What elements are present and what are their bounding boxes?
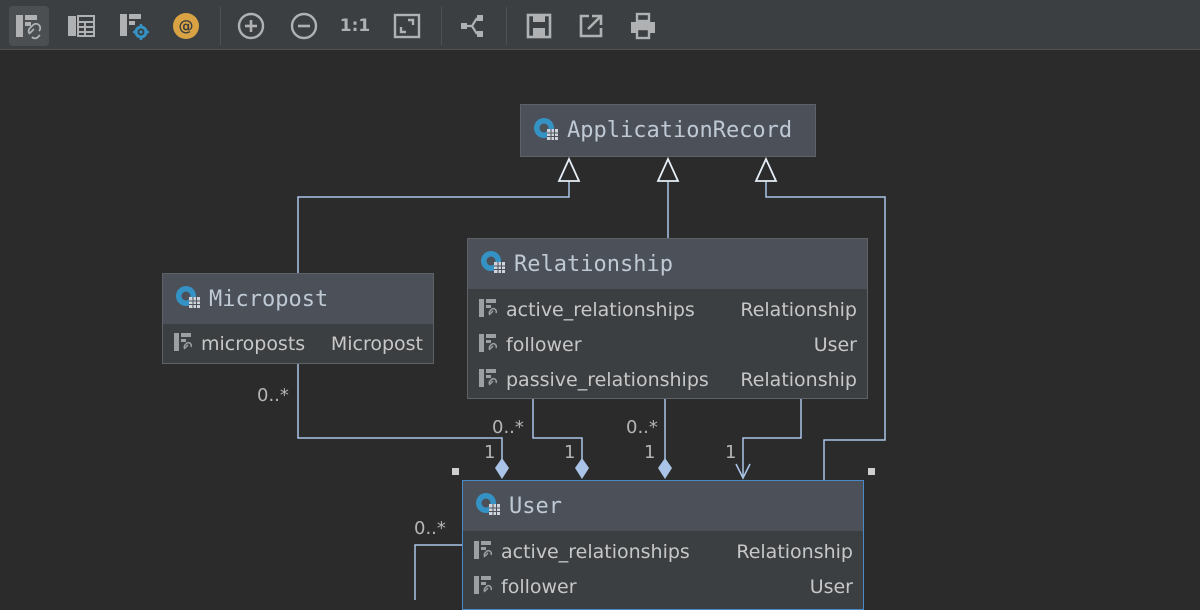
- ruby-class-icon: [475, 491, 501, 521]
- multiplicity-label: 1: [564, 442, 576, 463]
- field-name: follower: [501, 575, 577, 598]
- show-associations-button[interactable]: [9, 6, 49, 46]
- multiplicity-label: 1: [725, 442, 737, 463]
- association-field-icon: [478, 367, 500, 393]
- save-button[interactable]: [519, 6, 559, 46]
- multiplicity-label: 0..*: [414, 518, 446, 539]
- field-name: microposts: [201, 332, 306, 355]
- settings-diagram-icon: [118, 11, 150, 41]
- fit-content-button[interactable]: [387, 6, 427, 46]
- save-icon: [525, 12, 553, 40]
- association-edge-user-self: [414, 544, 463, 600]
- toolbar-separator: [506, 7, 507, 45]
- field-row[interactable]: follower User: [468, 327, 867, 362]
- zoom-in-button[interactable]: [231, 6, 271, 46]
- composition-diamond: [658, 458, 672, 479]
- composition-diamond: [495, 458, 509, 479]
- field-row[interactable]: microposts Micropost: [163, 326, 433, 361]
- field-row[interactable]: active_relationships Relationship: [463, 534, 863, 569]
- svg-text:@: @: [179, 17, 194, 35]
- multiplicity-label: 0..*: [626, 417, 658, 438]
- show-fields-icon: [66, 13, 96, 39]
- toolbar-separator: [220, 7, 221, 45]
- node-title: Relationship: [514, 251, 673, 277]
- diagram-toolbar: @ 1:1: [0, 0, 1200, 50]
- node-application-record[interactable]: ApplicationRecord: [520, 104, 816, 157]
- node-header: User: [463, 481, 863, 531]
- association-field-icon: [478, 297, 500, 323]
- node-relationship[interactable]: Relationship active_relationships Relati…: [467, 238, 868, 399]
- field-name: follower: [506, 333, 582, 356]
- association-edge-relationship-user-right: [742, 398, 802, 476]
- node-header: Relationship: [468, 239, 867, 289]
- diagram-canvas[interactable]: ApplicationRecord Micropost microposts M…: [0, 51, 1200, 610]
- node-title: Micropost: [209, 286, 329, 312]
- multiplicity-label: 0..*: [492, 417, 524, 438]
- annotations-button[interactable]: @: [166, 6, 206, 46]
- zoom-in-icon: [236, 11, 266, 41]
- actual-size-button[interactable]: 1:1: [335, 6, 375, 46]
- inheritance-arrowhead: [754, 156, 778, 182]
- inheritance-arrowhead: [656, 156, 680, 182]
- field-type: Relationship: [736, 540, 853, 563]
- print-icon: [628, 11, 658, 41]
- show-fields-button[interactable]: [61, 6, 101, 46]
- ruby-class-icon: [480, 249, 506, 279]
- association-field-icon: [473, 539, 495, 565]
- field-row[interactable]: follower User: [463, 569, 863, 604]
- show-associations-icon: [14, 12, 44, 40]
- field-row[interactable]: passive_relationships Relationship: [468, 362, 867, 397]
- export-icon: [576, 11, 606, 41]
- multiplicity-label: 1: [644, 442, 656, 463]
- field-name: active_relationships: [506, 298, 695, 321]
- selection-handle[interactable]: [868, 468, 875, 475]
- selection-handle[interactable]: [452, 468, 459, 475]
- layout-button[interactable]: [452, 6, 492, 46]
- multiplicity-label: 0..*: [257, 385, 289, 406]
- node-micropost[interactable]: Micropost microposts Micropost: [162, 273, 434, 364]
- annotations-icon: @: [171, 11, 201, 41]
- field-type: Micropost: [330, 332, 423, 355]
- field-row[interactable]: active_relationships Relationship: [468, 292, 867, 327]
- export-button[interactable]: [571, 6, 611, 46]
- field-type: Relationship: [740, 368, 857, 391]
- inheritance-arrowhead: [557, 156, 581, 182]
- fit-content-icon: [392, 12, 422, 40]
- association-field-icon: [473, 574, 495, 600]
- node-title: ApplicationRecord: [567, 118, 793, 143]
- node-user[interactable]: User active_relationships Relationship f…: [462, 480, 864, 610]
- print-button[interactable]: [623, 6, 663, 46]
- zoom-out-button[interactable]: [284, 6, 324, 46]
- zoom-out-icon: [289, 11, 319, 41]
- field-name: passive_relationships: [506, 368, 709, 391]
- field-type: User: [813, 333, 857, 356]
- layout-icon: [457, 11, 487, 41]
- field-type: Relationship: [740, 298, 857, 321]
- diagram-settings-button[interactable]: [114, 6, 154, 46]
- association-field-icon: [173, 331, 195, 357]
- node-title: User: [509, 493, 562, 519]
- ruby-class-icon: [175, 284, 201, 314]
- node-header: Micropost: [163, 274, 433, 324]
- ruby-class-icon: [533, 116, 559, 146]
- actual-size-icon: 1:1: [339, 16, 371, 36]
- toolbar-separator: [441, 7, 442, 45]
- composition-diamond: [575, 458, 589, 479]
- field-type: User: [809, 575, 853, 598]
- association-field-icon: [478, 332, 500, 358]
- field-name: active_relationships: [501, 540, 690, 563]
- multiplicity-label: 1: [484, 442, 496, 463]
- node-header: ApplicationRecord: [521, 105, 815, 156]
